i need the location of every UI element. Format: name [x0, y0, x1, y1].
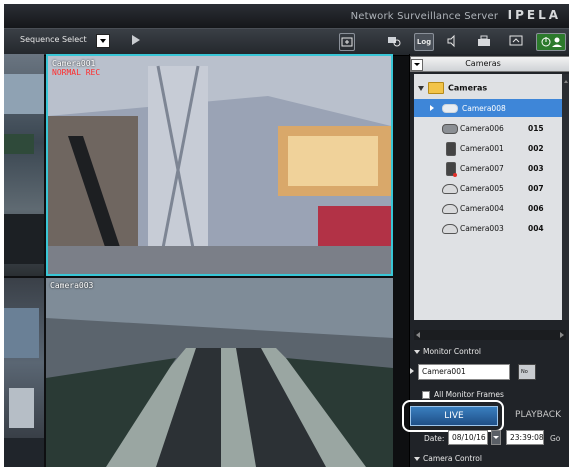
ipela-logo: IPELA: [507, 8, 561, 22]
camera-view-left-bottom[interactable]: [4, 278, 44, 467]
sequence-select-dropdown[interactable]: [96, 34, 110, 48]
list-item[interactable]: Camera005 007: [414, 179, 562, 197]
date-field[interactable]: 08/10/16: [448, 430, 488, 445]
camera-control-label: Camera Control: [423, 454, 482, 463]
list-item[interactable]: Camera003 004: [414, 219, 562, 237]
list-item[interactable]: Camera006 015: [414, 119, 562, 137]
layout-button[interactable]: [339, 33, 355, 51]
expand-arrow-icon[interactable]: [430, 105, 434, 111]
camera-code: 003: [528, 164, 544, 173]
dome-camera-icon: [442, 204, 458, 214]
camera-tree: Cameras Camera008 Camera006 015 Camera00…: [414, 74, 562, 320]
all-monitor-frames-label: All Monitor Frames: [434, 390, 504, 399]
camera-name: Camera003: [460, 224, 504, 233]
list-item[interactable]: Camera004 006: [414, 199, 562, 217]
horizontal-scrollbar[interactable]: [414, 330, 566, 340]
expand-icon[interactable]: [418, 85, 424, 91]
camera-name: Camera005: [460, 184, 504, 193]
camera-search-button[interactable]: [386, 33, 402, 49]
time-field[interactable]: 23:39:08: [506, 430, 544, 445]
no-icon: No: [521, 369, 528, 375]
right-panel: Cameras Cameras Camera008 Camera006 015 …: [402, 54, 569, 467]
live-button[interactable]: LIVE: [410, 406, 498, 426]
list-item[interactable]: Camera001 002: [414, 139, 562, 157]
camera-view-bottom[interactable]: Camera003: [46, 278, 393, 467]
play-icon[interactable]: [132, 35, 140, 45]
date-label: Date:: [424, 434, 445, 443]
camera-icon: [442, 104, 458, 113]
camera-code: 007: [528, 184, 544, 193]
camera-name: Camera001: [460, 144, 504, 153]
list-item[interactable]: Camera007 003: [414, 159, 562, 177]
recording-indicator-icon: [453, 173, 457, 177]
collapse-icon[interactable]: [414, 350, 420, 354]
monitor-camera-field[interactable]: Camera001: [418, 364, 510, 380]
log-button[interactable]: Log: [414, 33, 434, 51]
side-arrow-icon[interactable]: [410, 368, 414, 374]
power-user-icon: [541, 37, 562, 47]
surveillance-app: Network Surveillance Server IPELA Sequen…: [4, 4, 569, 467]
mall-interior-image: [48, 56, 391, 274]
camera-label-main: Camera001: [52, 59, 96, 68]
monitor-settings-button[interactable]: [508, 33, 524, 49]
camera-name: Camera006: [460, 124, 504, 133]
camera-label-bottom: Camera003: [50, 281, 94, 290]
scroll-left-icon[interactable]: [416, 332, 420, 338]
brand: Network Surveillance Server IPELA: [351, 8, 561, 22]
camera-view-main[interactable]: Camera001 NORMAL REC: [46, 54, 393, 276]
collapse-icon[interactable]: [414, 457, 420, 461]
sequence-select-label: Sequence Select: [20, 35, 87, 44]
monitor-control-section[interactable]: Monitor Control: [414, 347, 566, 359]
recording-status: NORMAL REC: [52, 68, 101, 77]
tree-root[interactable]: Cameras: [418, 82, 487, 94]
toolbar: Sequence Select Log: [4, 28, 569, 56]
scroll-right-icon[interactable]: [560, 332, 564, 338]
all-monitor-frames-option[interactable]: All Monitor Frames: [422, 390, 504, 399]
cameras-selector[interactable]: Cameras: [410, 56, 569, 72]
playback-button[interactable]: PLAYBACK: [506, 406, 569, 424]
ptz-camera-icon: [442, 124, 458, 134]
list-item[interactable]: Camera008: [414, 99, 562, 117]
chevron-down-icon[interactable]: [411, 59, 423, 71]
date-picker-button[interactable]: [491, 430, 501, 445]
camera-name: Camera008: [462, 104, 506, 113]
escalator-image: [46, 278, 393, 467]
toolbox-button[interactable]: [476, 33, 492, 49]
dome-camera-icon: [442, 184, 458, 194]
toolbox-icon: [478, 35, 490, 46]
camera-code: 002: [528, 144, 544, 153]
monitor-settings-icon: [509, 35, 523, 46]
no-signal-monitor-button[interactable]: No: [518, 364, 536, 380]
tree-root-label: Cameras: [448, 83, 488, 93]
cameras-selector-label: Cameras: [465, 59, 501, 68]
log-icon: Log: [416, 38, 432, 46]
tree-scrollbar[interactable]: [562, 74, 569, 320]
box-camera-icon: [446, 142, 456, 156]
box-camera-icon: [446, 162, 457, 177]
camera-name: Camera007: [460, 164, 504, 173]
brand-text: Network Surveillance Server: [350, 11, 499, 22]
all-monitor-frames-checkbox[interactable]: [422, 391, 430, 399]
monitor-control-label: Monitor Control: [423, 347, 482, 356]
dome-camera-icon: [442, 224, 458, 234]
speaker-button[interactable]: [445, 33, 459, 49]
camera-view-left-top[interactable]: [4, 54, 44, 276]
go-button[interactable]: Go: [550, 434, 560, 443]
camera-name: Camera004: [460, 204, 504, 213]
camera-code: 006: [528, 204, 544, 213]
camera-code: 015: [528, 124, 544, 133]
speaker-icon: [447, 34, 455, 48]
power-user-button[interactable]: [536, 33, 566, 51]
camera-control-section[interactable]: Camera Control: [414, 454, 566, 466]
camera-search-icon: [388, 37, 401, 47]
camera-code: 004: [528, 224, 544, 233]
title-bar: Network Surveillance Server IPELA: [4, 4, 569, 28]
folder-icon: [428, 82, 444, 94]
layout-icon: [341, 37, 353, 47]
